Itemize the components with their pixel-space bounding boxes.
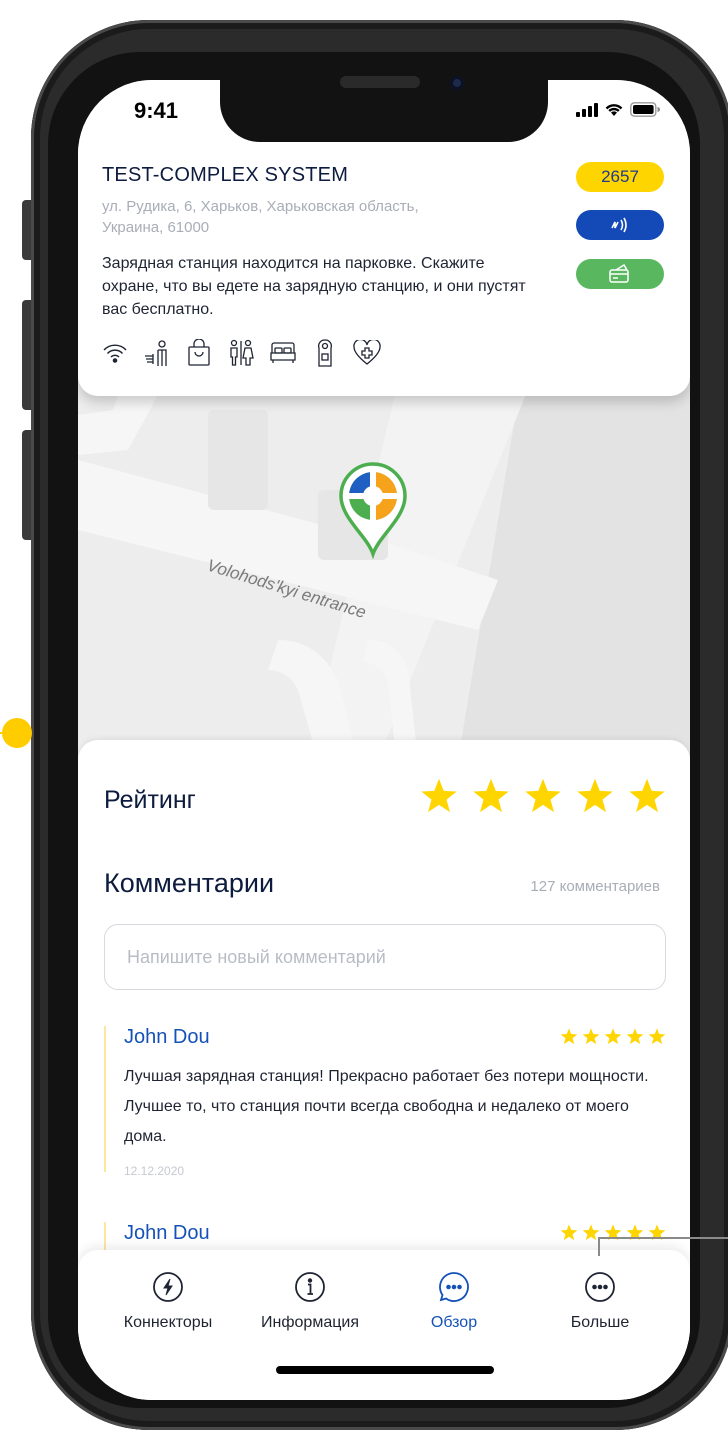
info-icon [293, 1270, 327, 1304]
phone-screen: 9:41 Volohods'kyi entrance S [78, 80, 690, 1400]
nav-label: Обзор [430, 1314, 478, 1331]
first-aid-icon [352, 338, 382, 368]
home-indicator [276, 1366, 494, 1374]
star-icon [604, 1028, 622, 1045]
comment-text: Лучшая зарядная станция! Прекрасно работ… [124, 1068, 649, 1145]
comments-title: Комментарии [104, 868, 275, 898]
nav-item-review[interactable]: Обзор [384, 1270, 524, 1332]
comment-date: 12.12.2020 [124, 1164, 185, 1178]
new-comment-input[interactable] [104, 924, 666, 990]
wifi-status-icon [605, 104, 623, 116]
notch [220, 80, 548, 142]
comments-count: 127 комментариев [530, 878, 660, 895]
star-icon [560, 1224, 578, 1241]
payment-card-icon [609, 264, 629, 283]
comment-item: John Dou Лучшая зарядная станция! Прекра… [104, 1026, 666, 1178]
station-address: ул. Рудика, 6, Харьков, Харьковская обла… [102, 198, 419, 236]
nav-item-connectors[interactable]: Коннекторы [98, 1270, 238, 1332]
earpiece-speaker [340, 76, 420, 88]
lightning-icon [151, 1270, 185, 1304]
annotation-dot [2, 718, 32, 748]
rating-stars[interactable] [420, 778, 666, 814]
card-payment-badge [576, 259, 664, 289]
rating-label: Рейтинг [104, 786, 196, 814]
restroom-icon [226, 338, 256, 368]
nav-item-information[interactable]: Информация [240, 1270, 380, 1332]
star-icon [560, 1028, 578, 1045]
hotel-bed-icon [268, 338, 298, 368]
station-title: TEST-COMPLEX SYSTEM [102, 164, 349, 186]
star-icon[interactable] [420, 778, 458, 814]
station-id-badge: 2657 [576, 162, 664, 192]
more-dots-icon [583, 1270, 617, 1304]
battery-icon [630, 102, 660, 117]
comment-author[interactable]: John Dou [124, 1222, 210, 1245]
door-hanger-icon [310, 338, 340, 368]
nav-label: Коннекторы [123, 1314, 213, 1331]
star-icon [582, 1028, 600, 1045]
comment-item: John Dou [104, 1222, 666, 1252]
status-time: 9:41 [134, 98, 179, 123]
star-icon[interactable] [472, 778, 510, 814]
star-icon[interactable] [524, 778, 562, 814]
nav-label: Информация [261, 1314, 359, 1331]
star-icon [626, 1028, 644, 1045]
star-icon[interactable] [576, 778, 614, 814]
station-description: Зарядная станция находится на парковке. … [102, 255, 526, 318]
chat-bubble-icon [437, 1270, 471, 1304]
annotation-callout-line [598, 1237, 728, 1256]
star-icon[interactable] [628, 778, 666, 814]
nfc-icon [611, 217, 627, 233]
wifi-icon [100, 338, 130, 368]
bottom-nav: Коннекторы Информация Обзор Больше [78, 1250, 690, 1400]
shopping-bag-icon [184, 338, 214, 368]
status-icons [576, 102, 660, 117]
comment-stars [560, 1028, 666, 1045]
cellular-signal-icon [576, 102, 598, 117]
nfc-badge [576, 210, 664, 240]
comment-author[interactable]: John Dou [124, 1026, 210, 1049]
valet-icon [142, 338, 172, 368]
map-view[interactable]: Volohods'kyi entrance Sh [78, 340, 690, 760]
front-camera [450, 76, 464, 90]
nav-label: Больше [570, 1314, 630, 1331]
star-icon [648, 1028, 666, 1045]
nav-item-more[interactable]: Больше [530, 1270, 670, 1332]
amenities-row [100, 338, 382, 368]
